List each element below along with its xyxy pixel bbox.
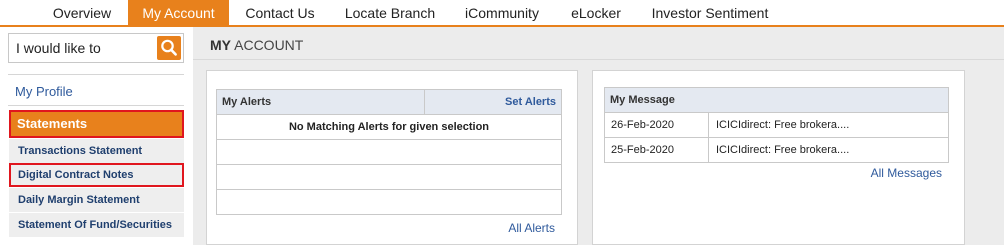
messages-panel: My Message 26-Feb-2020 ICICIdirect: Free…	[592, 70, 965, 245]
tab-contact-us[interactable]: Contact Us	[229, 0, 331, 26]
sidebar-item-statement-of-fund-securities[interactable]: Statement Of Fund/Securities	[9, 213, 184, 237]
table-row[interactable]: 26-Feb-2020 ICICIdirect: Free brokera...…	[604, 112, 949, 138]
main-content: MY ACCOUNT My Alerts Set Alerts No Match…	[193, 27, 1004, 245]
sidebar-section-statements[interactable]: Statements	[9, 110, 184, 138]
search-icon	[161, 39, 177, 56]
tab-overview[interactable]: Overview	[37, 0, 127, 26]
alerts-table: My Alerts Set Alerts No Matching Alerts …	[216, 89, 562, 215]
title-divider	[193, 59, 1004, 60]
search-input[interactable]	[9, 34, 149, 62]
message-date: 26-Feb-2020	[604, 112, 709, 138]
all-alerts-link[interactable]: All Alerts	[508, 221, 555, 235]
page-title: MY ACCOUNT	[210, 37, 303, 53]
search-box	[8, 33, 184, 63]
message-subject-link[interactable]: ICICIdirect: Free brokera....	[708, 137, 949, 163]
messages-header: My Message	[604, 87, 949, 113]
tab-investor-sentiment[interactable]: Investor Sentiment	[637, 0, 783, 26]
message-date: 25-Feb-2020	[604, 137, 709, 163]
sidebar-item-transactions-statement[interactable]: Transactions Statement	[9, 139, 184, 163]
top-navigation: Overview My Account Contact Us Locate Br…	[0, 0, 1004, 27]
tab-locate-branch[interactable]: Locate Branch	[331, 0, 449, 26]
page-title-bold: MY	[210, 37, 231, 53]
alerts-panel: My Alerts Set Alerts No Matching Alerts …	[206, 70, 578, 245]
page-title-rest: ACCOUNT	[231, 37, 304, 53]
all-messages-link[interactable]: All Messages	[871, 166, 942, 180]
table-row[interactable]: 25-Feb-2020 ICICIdirect: Free brokera...…	[604, 137, 949, 163]
table-row	[216, 139, 562, 165]
search-button[interactable]	[157, 36, 181, 60]
sidebar-item-daily-margin-statement[interactable]: Daily Margin Statement	[9, 188, 184, 212]
sidebar-item-digital-contract-notes[interactable]: Digital Contract Notes	[9, 163, 184, 187]
message-subject-link[interactable]: ICICIdirect: Free brokera....	[708, 112, 949, 138]
tab-elocker[interactable]: eLocker	[555, 0, 637, 26]
sidebar: My Profile Statements Transactions State…	[0, 27, 193, 245]
tab-my-account[interactable]: My Account	[128, 0, 229, 26]
tab-icommunity[interactable]: iCommunity	[449, 0, 555, 26]
sidebar-divider	[8, 105, 184, 106]
messages-table: My Message 26-Feb-2020 ICICIdirect: Free…	[604, 87, 949, 163]
table-row	[216, 164, 562, 190]
alerts-header: My Alerts	[216, 89, 425, 115]
set-alerts-link[interactable]: Set Alerts	[424, 89, 562, 115]
sidebar-divider	[8, 74, 184, 75]
sidebar-item-my-profile[interactable]: My Profile	[15, 84, 73, 99]
table-row	[216, 189, 562, 215]
alerts-empty-message: No Matching Alerts for given selection	[216, 114, 562, 140]
